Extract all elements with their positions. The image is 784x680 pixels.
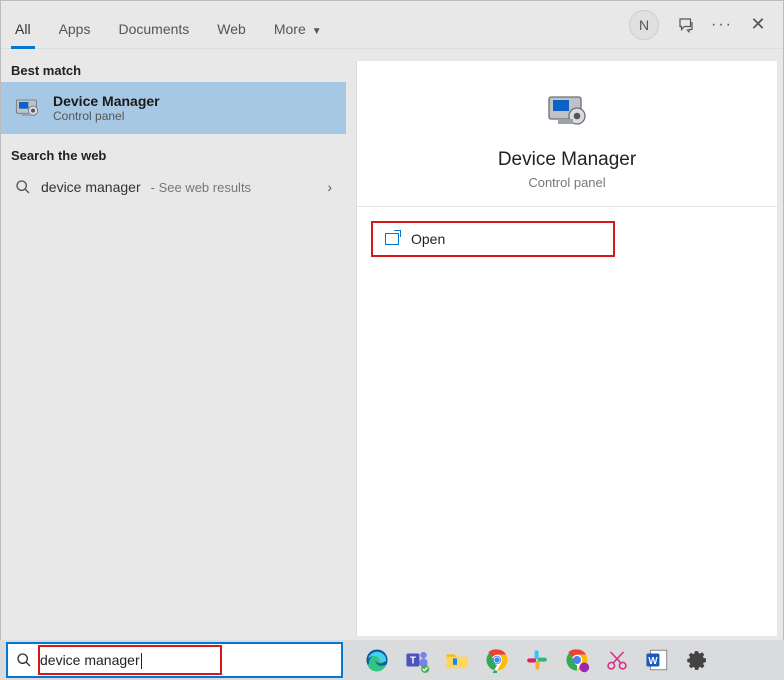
web-result-suffix: - See web results	[151, 180, 251, 195]
edge-icon[interactable]	[361, 644, 393, 676]
web-result-row[interactable]: device manager - See web results ›	[1, 167, 346, 207]
chevron-down-icon: ▼	[312, 26, 322, 37]
chevron-right-icon: ›	[327, 179, 332, 195]
results-column: Best match Device Manager Control panel …	[1, 49, 346, 642]
preview-header: Device Manager Control panel	[357, 61, 777, 207]
tab-web[interactable]: Web	[203, 7, 260, 49]
best-match-title: Device Manager	[53, 93, 160, 109]
best-match-text: Device Manager Control panel	[53, 93, 160, 123]
filter-tabs: All Apps Documents Web More▼	[1, 1, 336, 49]
device-manager-icon	[11, 92, 43, 124]
preview-pane: Device Manager Control panel Open	[356, 61, 777, 636]
best-match-subtitle: Control panel	[53, 109, 160, 123]
search-icon	[16, 652, 32, 668]
best-match-label: Best match	[1, 49, 346, 82]
best-match-item[interactable]: Device Manager Control panel	[1, 82, 346, 134]
device-manager-icon	[543, 87, 591, 135]
tab-apps[interactable]: Apps	[45, 7, 105, 49]
taskbar-apps: T W	[361, 644, 713, 676]
taskbar: device manager T W	[0, 640, 784, 680]
svg-text:T: T	[410, 655, 416, 666]
taskbar-search[interactable]: device manager	[6, 642, 343, 678]
search-input-text: device manager	[40, 652, 140, 668]
settings-icon[interactable]	[681, 644, 713, 676]
tab-more[interactable]: More▼	[260, 7, 336, 49]
svg-text:W: W	[648, 656, 658, 667]
slack-icon[interactable]	[521, 644, 553, 676]
top-bar: All Apps Documents Web More▼ N ··· ✕	[1, 1, 783, 49]
top-right-controls: N ··· ✕	[629, 10, 777, 40]
word-icon[interactable]: W	[641, 644, 673, 676]
open-action[interactable]: Open	[371, 221, 615, 257]
feedback-icon[interactable]	[677, 16, 695, 34]
close-icon[interactable]: ✕	[749, 16, 767, 34]
tab-documents[interactable]: Documents	[104, 7, 203, 49]
file-explorer-icon[interactable]	[441, 644, 473, 676]
chrome-alt-icon[interactable]	[561, 644, 593, 676]
search-icon	[15, 179, 31, 195]
snip-icon[interactable]	[601, 644, 633, 676]
search-panel: All Apps Documents Web More▼ N ··· ✕ Bes…	[0, 0, 784, 641]
open-icon	[385, 233, 399, 245]
options-icon[interactable]: ···	[713, 16, 731, 34]
tab-all[interactable]: All	[1, 7, 45, 49]
user-avatar[interactable]: N	[629, 10, 659, 40]
chrome-icon[interactable]	[481, 644, 513, 676]
teams-icon[interactable]: T	[401, 644, 433, 676]
preview-subtitle: Control panel	[528, 175, 605, 190]
search-web-label: Search the web	[1, 134, 346, 167]
open-label: Open	[411, 231, 445, 247]
preview-title: Device Manager	[498, 149, 636, 171]
web-result-query: device manager	[41, 179, 141, 195]
panel-body: Best match Device Manager Control panel …	[1, 49, 783, 642]
